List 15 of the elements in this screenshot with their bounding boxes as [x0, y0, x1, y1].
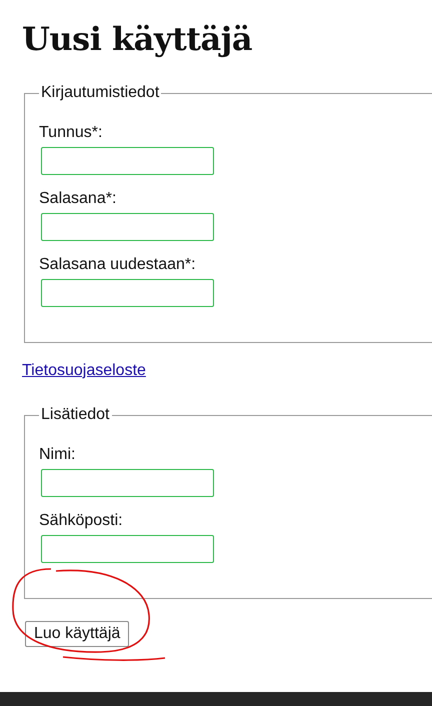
privacy-link[interactable]: Tietosuojaseloste — [22, 362, 146, 380]
input-field[interactable] — [41, 213, 214, 241]
input-field[interactable] — [41, 469, 214, 497]
field-label: Salasana*: — [39, 190, 118, 208]
fieldset-legend: Lisätiedot — [39, 406, 112, 424]
field-label: Sähköposti: — [39, 512, 124, 530]
field-label: Tunnus*: — [39, 124, 104, 142]
field-label: Nimi: — [39, 446, 76, 464]
fieldset-legend: Kirjautumistiedot — [39, 84, 162, 102]
input-field[interactable] — [41, 279, 214, 307]
page-title: Uusi käyttäjä — [22, 20, 254, 58]
field-label: Salasana uudestaan*: — [39, 256, 197, 274]
input-field[interactable] — [41, 535, 214, 563]
create-user-button[interactable]: Luo käyttäjä — [25, 621, 130, 647]
input-field[interactable] — [41, 147, 214, 175]
